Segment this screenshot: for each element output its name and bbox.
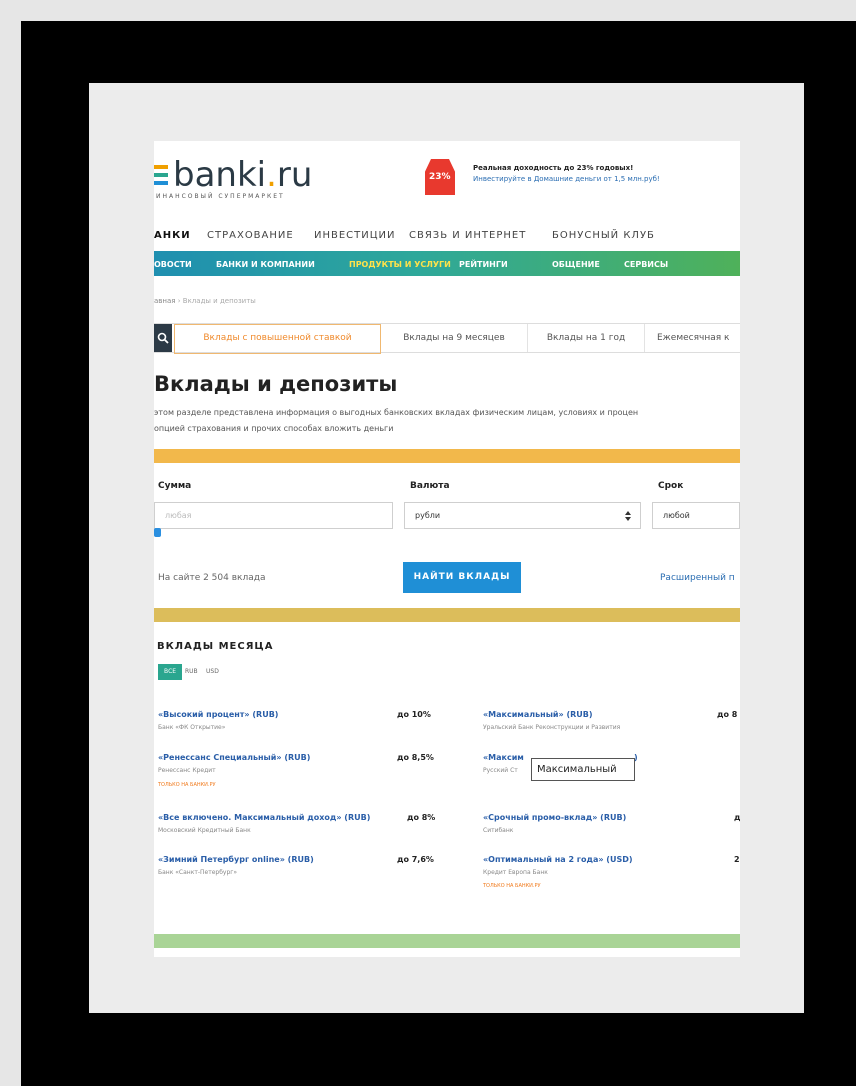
page-description: этом разделе представлена информация о в… [154, 405, 740, 437]
currency-tab-all[interactable]: ВСЕ [158, 664, 183, 680]
breadcrumb-current: Вклады и депозиты [182, 297, 256, 305]
currency-tab-usd[interactable]: USD [206, 664, 219, 680]
main-nav-item-insurance[interactable]: СТРАХОВАНИЕ [207, 230, 294, 241]
deposit-left-4-rate: до 7,6% [397, 855, 434, 864]
main-nav-item-banks[interactable]: АНКИ [154, 230, 191, 241]
breadcrumb-separator: › [177, 297, 181, 305]
sub-nav: ОВОСТИ БАНКИ И КОМПАНИИ ПРОДУКТЫ И УСЛУГ… [154, 251, 740, 276]
sub-nav-item-products[interactable]: ПРОДУКТЫ И УСЛУГИ [349, 260, 451, 269]
orange-divider [154, 449, 740, 463]
deposit-left-3-bank: Московский Кредитный Банк [158, 827, 251, 834]
breadcrumb-home[interactable]: авная [154, 297, 176, 305]
slide: banki.ru ИНАНСОВЫЙ СУПЕРМАРКЕТ 23% Реаль… [89, 83, 804, 1013]
deposit-left-4-bank: Банк «Санкт-Петербург» [158, 869, 238, 876]
term-select[interactable]: любой [652, 502, 740, 529]
deposit-left-1-rate: до 10% [397, 710, 431, 719]
deposit-right-1-name[interactable]: «Максимальный» (RUB) [483, 710, 593, 719]
deposit-right-3-name[interactable]: «Срочный промо-вклад» (RUB) [483, 813, 626, 822]
sub-nav-item-ratings[interactable]: РЕЙТИНГИ [459, 260, 508, 269]
page-description-line-1: этом разделе представлена информация о в… [154, 408, 639, 417]
deposit-count: На сайте 2 504 вклада [158, 573, 266, 583]
deposit-right-4-rate: 2 [734, 855, 740, 864]
deposit-left-3-rate: до 8% [407, 813, 436, 822]
promo-title: Реальная доходность до 23% годовых! [473, 164, 634, 172]
deposit-left-4-name[interactable]: «Зимний Петербург online» (RUB) [158, 855, 314, 864]
deposit-right-3-bank: Ситибанк [483, 827, 514, 834]
main-nav-item-investments[interactable]: ИНВЕСТИЦИИ [314, 230, 395, 241]
currency-select-value: рубли [415, 511, 441, 520]
sub-nav-item-news[interactable]: ОВОСТИ [154, 260, 192, 269]
tab-high-rate[interactable]: Вклады с повышенной ставкой [174, 324, 381, 354]
tooltip: Максимальный [531, 758, 635, 781]
tab-monthly[interactable]: Ежемесячная к [645, 324, 740, 352]
deposit-right-4-bank: Кредит Европа Банк [483, 869, 548, 876]
green-divider [154, 934, 740, 948]
deposit-left-2-rate: до 8,5% [397, 753, 434, 762]
sum-label: Сумма [158, 481, 192, 491]
deposit-left-2-bank: Ренессанс Кредит [158, 767, 216, 774]
month-deposits-title: ВКЛАДЫ МЕСЯЦА [157, 641, 274, 652]
logo-text: banki.ru [173, 155, 312, 195]
deposit-left-2-name[interactable]: «Ренессанс Специальный» (RUB) [158, 753, 310, 762]
search-icon [157, 332, 169, 344]
currency-tab-rub[interactable]: RUB [185, 664, 198, 680]
currency-label: Валюта [410, 481, 450, 491]
sub-nav-item-community[interactable]: ОБЩЕНИЕ [552, 260, 600, 269]
currency-select[interactable]: рубли [404, 502, 641, 529]
tab-search-button[interactable] [154, 324, 172, 352]
logo-name: banki [173, 155, 267, 195]
breadcrumb: авная › Вклады и депозиты [154, 297, 256, 305]
page-description-line-2: опцией страхования и прочих способах вло… [154, 424, 394, 433]
page-title: Вклады и депозиты [154, 372, 398, 396]
find-deposits-button[interactable]: НАЙТИ ВКЛАДЫ [403, 562, 521, 593]
tab-9-months[interactable]: Вклады на 9 месяцев [381, 324, 528, 352]
deposit-left-3-name[interactable]: «Все включено. Максимальный доход» (RUB) [158, 813, 370, 822]
sub-nav-item-services[interactable]: СЕРВИСЫ [624, 260, 668, 269]
term-label: Срок [658, 481, 684, 491]
webpage-screenshot: banki.ru ИНАНСОВЫЙ СУПЕРМАРКЕТ 23% Реаль… [154, 141, 740, 957]
logo-tld: ru [276, 155, 313, 195]
deposit-left-2-exclusive: ТОЛЬКО НА БАНКИ.РУ [158, 782, 216, 788]
sub-nav-item-banks[interactable]: БАНКИ И КОМПАНИИ [216, 260, 315, 269]
deposit-right-4-exclusive: ТОЛЬКО НА БАНКИ.РУ [483, 883, 541, 889]
deposit-right-2-bank: Русский Ст [483, 767, 518, 774]
promo-badge-text: 23% [429, 172, 451, 182]
tab-1-year[interactable]: Вклады на 1 год [528, 324, 645, 352]
sum-input[interactable]: любая [154, 502, 393, 529]
deposit-left-1-name[interactable]: «Высокий процент» (RUB) [158, 710, 278, 719]
deposit-left-1-bank: Банк «ФК Открытие» [158, 724, 226, 731]
logo-dot: . [266, 155, 277, 195]
main-nav: АНКИ СТРАХОВАНИЕ ИНВЕСТИЦИИ СВЯЗЬ И ИНТЕ… [154, 230, 740, 248]
sum-slider-handle[interactable] [154, 528, 161, 537]
advanced-search-link[interactable]: Расширенный п [660, 573, 735, 583]
main-nav-item-telecom[interactable]: СВЯЗЬ И ИНТЕРНЕТ [409, 230, 526, 241]
logo-bars-icon [154, 165, 168, 189]
deposit-right-3-rate: д [734, 813, 740, 822]
select-arrows-icon [625, 511, 631, 521]
deposit-tabs: Вклады с повышенной ставкой Вклады на 9 … [154, 323, 740, 354]
deposit-right-1-bank: Уральский Банк Реконструкции и Развития [483, 724, 621, 731]
gold-divider [154, 608, 740, 622]
deposit-right-2-name[interactable]: «Максим [483, 753, 524, 762]
promo-badge-icon: 23% [425, 159, 455, 195]
main-nav-item-bonus-club[interactable]: БОНУСНЫЙ КЛУБ [552, 230, 655, 241]
deposit-right-1-rate: до 8 [717, 710, 738, 719]
promo-subtitle[interactable]: Инвестируйте в Домашние деньги от 1,5 мл… [473, 175, 660, 183]
logo-tagline: ИНАНСОВЫЙ СУПЕРМАРКЕТ [156, 193, 285, 200]
deposit-right-4-name[interactable]: «Оптимальный на 2 года» (USD) [483, 855, 633, 864]
